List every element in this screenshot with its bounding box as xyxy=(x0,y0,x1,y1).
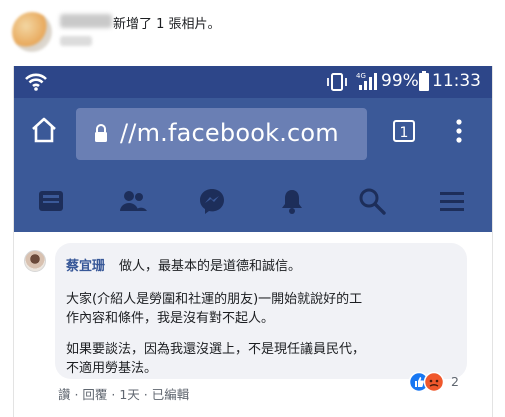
comment-line-5: 不適用勞基法。 xyxy=(66,361,158,376)
browser-toolbar: //m.facebook.com 1 xyxy=(14,98,492,166)
phone-screenshot: 4G 99% 11:33 //m.facebook.com 1 蔡宜珊 做人，最… xyxy=(13,66,493,417)
comment-line-3: 作內容和條件，我是沒有對不起人。 xyxy=(66,311,275,326)
avatar[interactable] xyxy=(12,12,52,52)
comment-line-4: 如果要談法，因為我還沒選上，不是現任議員民代， xyxy=(66,342,366,357)
reactions[interactable] xyxy=(408,371,448,397)
menu-icon[interactable] xyxy=(455,118,463,144)
notifications-icon[interactable] xyxy=(277,186,307,216)
vibrate-icon xyxy=(326,72,348,96)
status-clock: 11:33 xyxy=(432,71,481,91)
battery-percent: 99% xyxy=(381,71,419,91)
hamburger-icon[interactable] xyxy=(437,186,467,216)
comment: 蔡宜珊 做人，最基本的是道德和誠信。 大家(介紹人是勞圍和社運的朋友)一開始就說… xyxy=(14,232,492,417)
lock-icon xyxy=(94,124,108,146)
url-text: //m.facebook.com xyxy=(120,119,339,147)
friends-icon[interactable] xyxy=(118,186,148,216)
tabs-icon[interactable]: 1 xyxy=(393,120,415,142)
news-feed-icon[interactable] xyxy=(36,186,66,216)
post-header: 新增了 1 張相片。 xyxy=(0,0,505,66)
wifi-icon xyxy=(24,71,48,95)
commenter-name[interactable]: 蔡宜珊 xyxy=(66,255,105,274)
commenter-avatar[interactable] xyxy=(24,250,46,272)
battery-icon xyxy=(419,71,429,95)
comment-line-1: 做人，最基本的是道德和誠信。 xyxy=(119,259,302,274)
home-icon[interactable] xyxy=(29,115,59,145)
url-field[interactable]: //m.facebook.com xyxy=(76,108,367,160)
comment-bubble: 蔡宜珊 做人，最基本的是道德和誠信。 大家(介紹人是勞圍和社運的朋友)一開始就說… xyxy=(55,243,467,379)
angry-reaction-icon xyxy=(423,371,445,393)
comment-line-2: 大家(介紹人是勞圍和社運的朋友)一開始就說好的工 xyxy=(66,292,363,307)
post-action-text: 新增了 1 張相片。 xyxy=(113,17,221,32)
signal-icon: 4G xyxy=(356,70,380,96)
network-label: 4G xyxy=(356,72,366,80)
facebook-nav-bar xyxy=(14,166,492,232)
blurred-timestamp[interactable] xyxy=(60,36,92,46)
messenger-icon[interactable] xyxy=(197,186,227,216)
status-bar: 4G 99% 11:33 xyxy=(14,66,492,98)
comment-actions[interactable]: 讚 · 回覆 · 1天 · 已編輯 xyxy=(58,384,189,403)
search-icon[interactable] xyxy=(357,186,387,216)
blurred-author-name[interactable] xyxy=(60,14,112,28)
reaction-count: 2 xyxy=(451,374,459,389)
